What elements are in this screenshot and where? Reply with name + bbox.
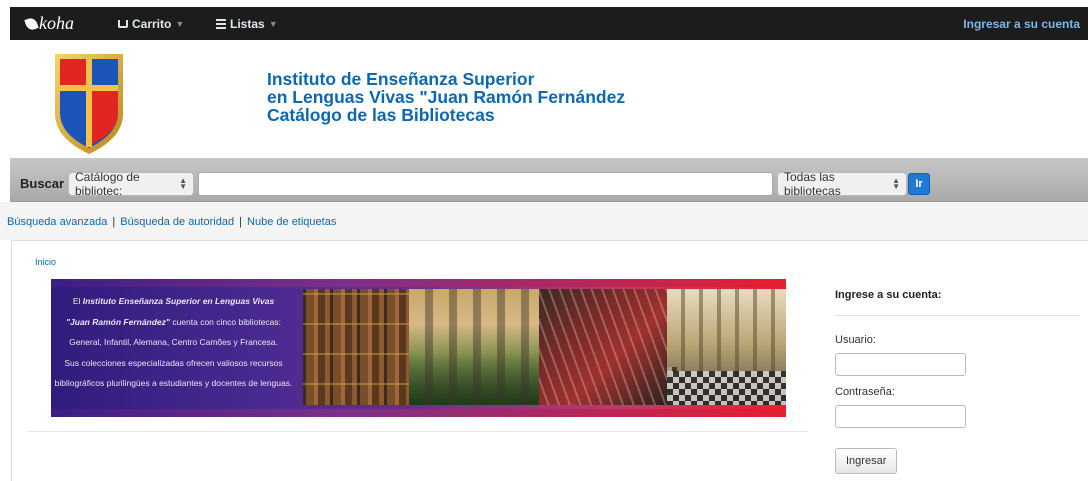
institution-title: Instituto de Enseñanza Superior en Lengu… <box>267 70 625 124</box>
branch-select[interactable]: Todas las bibliotecas ▲ ▼ <box>777 170 907 198</box>
cart-menu[interactable]: Carrito ▼ <box>118 17 184 31</box>
banner-line-2-bold: "Juan Ramón Fernández" <box>66 316 170 327</box>
lists-label: Listas <box>230 17 265 31</box>
banner-line-3: General, Infantil, Alemana, Centro Camõe… <box>69 337 278 347</box>
search-bar: Buscar Catálogo de bibliotec: ▲ ▼ Todas l… <box>10 158 1088 202</box>
chevron-down-icon: ▼ <box>268 19 278 29</box>
password-label: Contraseña: <box>835 386 895 398</box>
banner-line-1-bold: Instituto Enseñanza Superior en Lenguas … <box>82 296 275 306</box>
koha-leaf-icon <box>24 15 39 32</box>
banner-line-2: "Juan Ramón Fernández" cuenta con cinco … <box>51 312 296 333</box>
content-divider <box>28 431 808 432</box>
chevron-down-icon: ▼ <box>175 19 185 29</box>
password-field[interactable] <box>835 405 966 428</box>
search-label: Buscar <box>20 176 65 191</box>
banner-line-2-rest: cuenta con cinco bibliotecas: <box>169 316 281 327</box>
login-submit-button[interactable]: Ingresar <box>835 448 898 474</box>
breadcrumb-home[interactable]: Inicio <box>35 257 56 267</box>
books-photo <box>303 289 409 405</box>
cart-label: Carrito <box>132 17 172 31</box>
username-label: Usuario: <box>835 334 876 346</box>
banner-text: El Instituto Enseñanza Superior en Lengu… <box>51 291 296 394</box>
branch-select-value: Todas las bibliotecas <box>784 170 841 198</box>
search-index-select[interactable]: Catálogo de bibliotec: ▲ ▼ <box>68 170 194 198</box>
list-icon <box>216 19 226 29</box>
banner-top-stripe <box>51 279 786 287</box>
advanced-search-link[interactable]: Búsqueda avanzada <box>7 216 107 228</box>
select-arrows-icon: ▲ ▼ <box>179 176 187 191</box>
shield-crest-icon <box>55 54 123 154</box>
top-navbar: koha Carrito ▼ Listas ▼ Ingresar a su cu… <box>10 7 1088 40</box>
banner-bottom-stripe <box>51 409 786 417</box>
login-panel: Ingrese a su cuenta: Usuario: Contraseña… <box>835 289 1080 474</box>
title-line-1: Instituto de Enseñanza Superior <box>267 69 535 89</box>
main-content: Inicio El Instituto Enseñanza Superior e… <box>11 240 1088 481</box>
koha-logo[interactable]: koha <box>24 13 74 34</box>
login-heading: Ingrese a su cuenta: <box>835 289 1080 316</box>
banner-line-1: El Instituto Enseñanza Superior en Lengu… <box>51 291 296 312</box>
hallway-floor <box>667 371 786 405</box>
lists-menu[interactable]: Listas ▼ <box>216 17 278 31</box>
library-banner: El Instituto Enseñanza Superior en Lengu… <box>51 279 786 417</box>
library-photo <box>539 289 667 405</box>
search-input[interactable] <box>198 172 773 196</box>
banner-line-4: Sus colecciones especializadas ofrecen v… <box>64 357 283 368</box>
banner-line-1-prefix: El <box>72 296 83 306</box>
search-links: Búsqueda avanzada | Búsqueda de autorida… <box>0 202 1088 240</box>
title-line-3: Catálogo de las Bibliotecas <box>267 105 495 125</box>
link-separator: | <box>239 216 242 228</box>
banner-line-5: bibliográficos plurilingües a estudiante… <box>54 378 293 388</box>
link-separator: | <box>112 216 116 228</box>
search-index-value: Catálogo de bibliotec: <box>75 170 140 198</box>
koha-logo-text: koha <box>39 13 74 33</box>
site-header: Instituto de Enseñanza Superior en Lengu… <box>10 40 1088 158</box>
search-go-button[interactable]: Ir <box>908 173 930 195</box>
username-field[interactable] <box>835 353 966 376</box>
tag-cloud-link[interactable]: Nube de etiquetas <box>247 216 336 228</box>
select-arrows-icon: ▲ ▼ <box>892 176 900 191</box>
authority-search-link[interactable]: Búsqueda de autoridad <box>120 216 234 228</box>
title-line-2: en Lenguas Vivas "Juan Ramón Fernández <box>267 87 626 107</box>
cart-icon <box>118 20 128 28</box>
building-photo <box>409 289 539 405</box>
login-link[interactable]: Ingresar a su cuenta <box>963 17 1080 31</box>
